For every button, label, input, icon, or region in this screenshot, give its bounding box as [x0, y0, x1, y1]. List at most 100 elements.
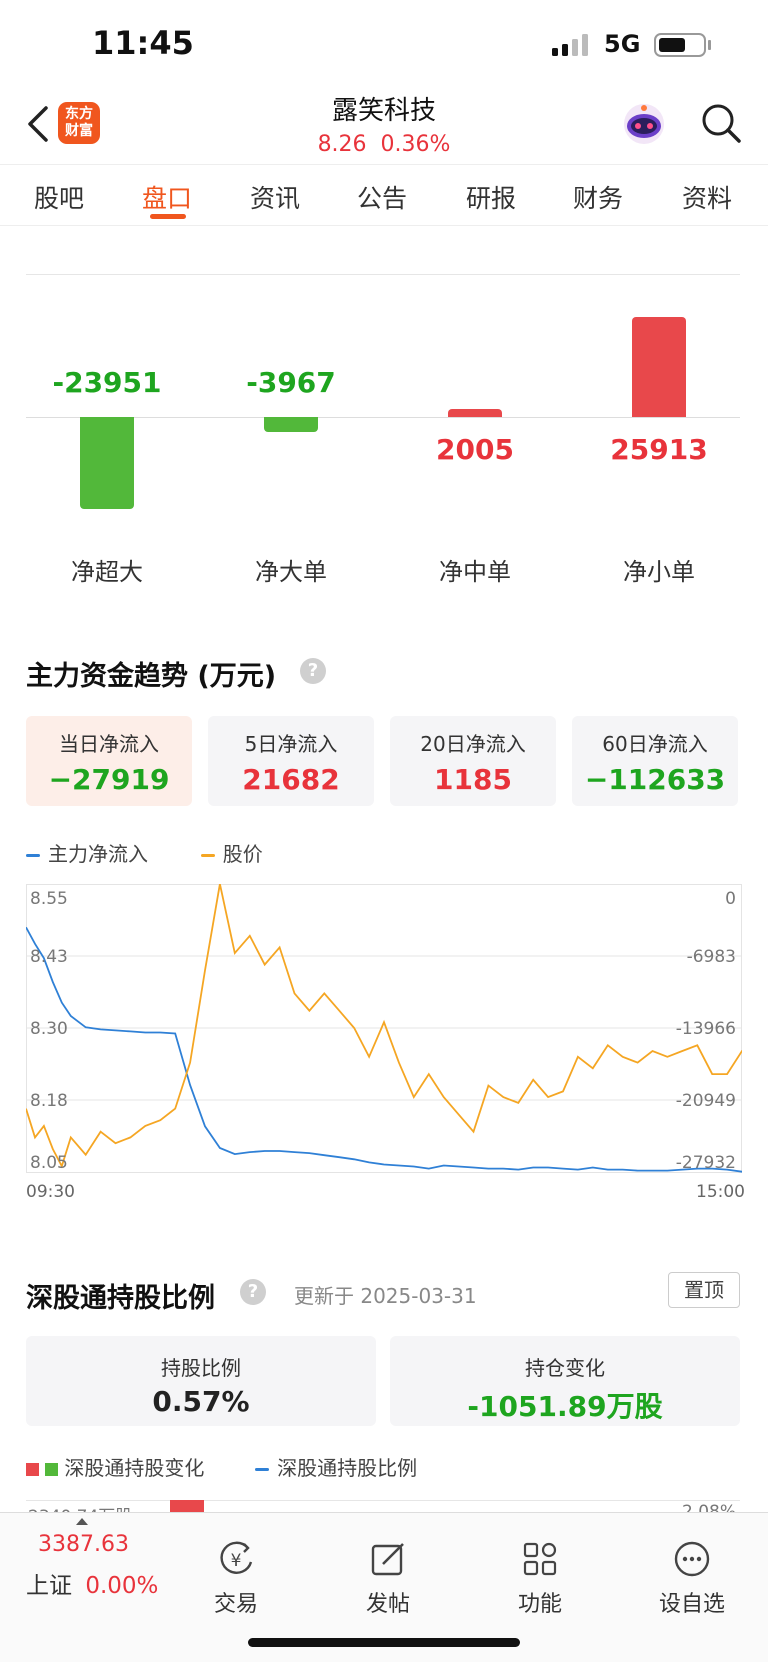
trade-yen-icon: ¥: [220, 1541, 253, 1574]
signal-icon: [552, 34, 588, 56]
right-axis-tick: 0: [725, 889, 736, 909]
card-title: 5日净流入: [244, 732, 338, 756]
nav-label: 发帖: [365, 1592, 410, 1617]
right-axis-tick: -20949: [676, 1091, 736, 1111]
nav-functions[interactable]: 功能: [480, 1540, 600, 1618]
card-20day-inflow[interactable]: 20日净流入 1185: [390, 716, 556, 806]
trend-legend: 主力净流入 股价: [26, 838, 263, 867]
nav-post[interactable]: 发帖: [328, 1540, 448, 1618]
flow-value: -23951: [52, 366, 162, 399]
nav-label: 设自选: [658, 1592, 725, 1617]
card-title: 20日净流入: [420, 732, 526, 756]
tab-finance[interactable]: 财务: [573, 179, 623, 215]
help-icon[interactable]: ?: [300, 658, 326, 684]
flow-label: 净超大: [71, 558, 143, 586]
card-value: −112633: [584, 763, 726, 796]
flow-bar: [632, 317, 686, 417]
legend-red-swatch: [26, 1463, 39, 1476]
series-line-price: [26, 884, 742, 1169]
expand-caret-icon[interactable]: [76, 1518, 88, 1525]
legend-price-label: 股价: [222, 842, 263, 866]
tab-guba[interactable]: 股吧: [34, 179, 84, 215]
svg-text:¥: ¥: [231, 1551, 242, 1571]
network-label: 5G: [604, 30, 641, 58]
legend-price-swatch: [200, 854, 215, 857]
more-dots-icon: [674, 1541, 710, 1577]
holding-ratio-value: 0.57%: [152, 1385, 250, 1418]
home-indicator: [248, 1638, 520, 1647]
status-time: 11:45: [92, 24, 194, 62]
left-axis-tick: 8.05: [30, 1153, 68, 1173]
edit-post-icon: [371, 1543, 404, 1576]
card-title: 当日净流入: [59, 732, 159, 756]
battery-cap: [708, 40, 711, 50]
nav-add-watchlist[interactable]: 设自选: [632, 1540, 752, 1618]
tab-announcements[interactable]: 公告: [357, 179, 407, 215]
card-value: 21682: [242, 763, 340, 796]
index-name: 上证: [26, 1573, 72, 1599]
search-icon[interactable]: [700, 102, 742, 144]
active-tab-indicator: [150, 214, 186, 219]
legend-ratio-label: 深股通持股比例: [277, 1456, 418, 1480]
trend-title: 主力资金趋势 (万元): [26, 661, 277, 692]
hkconnect-title: 深股通持股比例: [26, 1283, 215, 1314]
battery-icon: [654, 33, 706, 57]
tab-research[interactable]: 研报: [466, 179, 516, 215]
trend-line-chart[interactable]: 8.55 8.43 8.30 8.18 8.05 0 -6983 -13966 -20949 -2…: [26, 884, 742, 1174]
flow-value: 25913: [610, 433, 708, 466]
x-axis-start: 09:30: [26, 1182, 75, 1202]
updated-date: 更新于 2025-03-31: [294, 1284, 477, 1308]
legend-ratio-swatch: [255, 1468, 270, 1471]
legend-change-label: 深股通持股变化: [64, 1456, 205, 1480]
holding-ratio-card: 持股比例 0.57%: [26, 1336, 376, 1426]
flow-value: 2005: [436, 433, 514, 466]
help-icon[interactable]: ?: [240, 1279, 266, 1305]
holding-change-label: 持仓变化: [525, 1356, 605, 1380]
index-line[interactable]: 上证 0.00%: [26, 1566, 158, 1600]
card-value: 1185: [434, 763, 512, 796]
hk-bar: [170, 1500, 204, 1512]
card-value: −27919: [48, 763, 170, 796]
right-axis-tick: -6983: [687, 947, 736, 967]
grid-apps-icon: [523, 1542, 557, 1576]
flow-label: 净大单: [255, 558, 327, 586]
x-axis-end: 15:00: [696, 1182, 745, 1202]
flow-bar: [448, 409, 502, 417]
index-change: 0.00%: [85, 1573, 159, 1599]
stock-price: 8.26: [317, 132, 367, 157]
legend-green-swatch: [45, 1463, 59, 1476]
flow-bar: [264, 417, 318, 433]
pin-top-button[interactable]: 置顶: [668, 1272, 740, 1308]
left-axis-tick: 8.18: [30, 1091, 68, 1111]
section-divider: [26, 274, 740, 275]
right-axis-tick: -27932: [676, 1153, 736, 1173]
flow-label: 净中单: [439, 558, 511, 586]
right-axis-tick: -13966: [676, 1019, 736, 1039]
legend-flow-swatch: [26, 854, 40, 857]
tab-news[interactable]: 资讯: [250, 179, 300, 215]
flow-bar: [80, 417, 134, 510]
card-today-inflow[interactable]: 当日净流入 −27919: [26, 716, 192, 806]
index-value[interactable]: 3387.63: [38, 1532, 129, 1557]
robot-assistant-icon[interactable]: [620, 100, 668, 148]
left-axis-tick: 8.55: [30, 889, 68, 909]
legend-flow-label: 主力净流入: [48, 842, 148, 866]
nav-trade[interactable]: ¥ 交易: [176, 1540, 296, 1618]
card-5day-inflow[interactable]: 5日净流入 21682: [208, 716, 374, 806]
left-axis-tick: 8.30: [30, 1019, 68, 1039]
tab-profile[interactable]: 资料: [682, 179, 732, 215]
tab-pankou[interactable]: 盘口: [142, 179, 192, 215]
holding-ratio-label: 持股比例: [161, 1356, 241, 1380]
stock-change: 0.36%: [380, 132, 451, 157]
holding-change-card: 持仓变化 -1051.89万股: [390, 1336, 740, 1426]
card-60day-inflow[interactable]: 60日净流入 −112633: [572, 716, 738, 806]
flow-label: 净小单: [623, 558, 695, 586]
holding-change-value: -1051.89万股: [467, 1390, 663, 1423]
hk-chart-top-line: [26, 1500, 740, 1501]
tab-bar: 股吧 盘口 资讯 公告 研报 财务 资料: [0, 164, 768, 226]
card-title: 60日净流入: [602, 732, 708, 756]
nav-label: 交易: [213, 1592, 258, 1617]
left-axis-tick: 8.43: [30, 947, 68, 967]
nav-label: 功能: [517, 1592, 562, 1617]
hkconnect-legend: 深股通持股变化 深股通持股比例: [26, 1452, 417, 1481]
